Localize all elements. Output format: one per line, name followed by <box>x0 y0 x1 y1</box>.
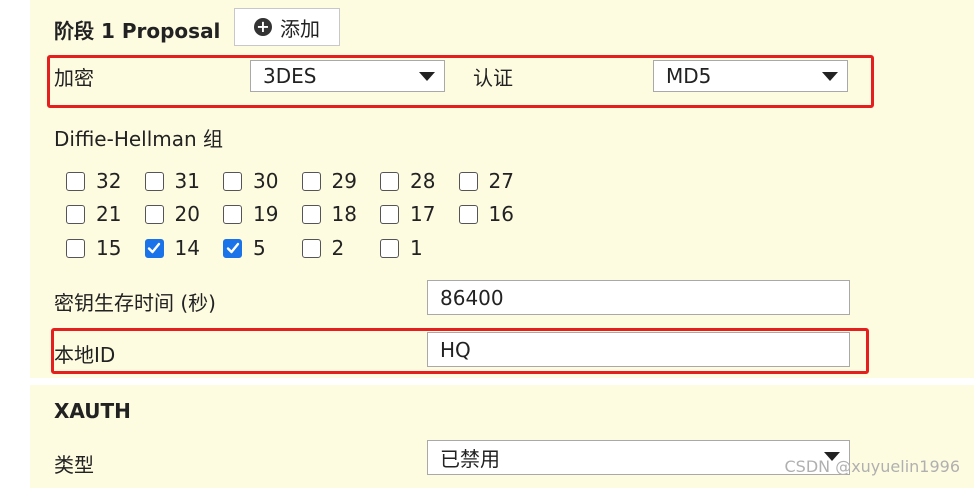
checkbox[interactable] <box>380 171 399 191</box>
checkbox[interactable] <box>144 204 164 224</box>
dh-group-number: 18 <box>331 202 357 226</box>
checkbox-checked[interactable] <box>223 238 242 258</box>
dh-group-option[interactable]: 14 <box>144 236 224 260</box>
dh-group-number: 32 <box>96 169 122 193</box>
dh-group-option[interactable]: 16 <box>458 202 538 226</box>
dh-group-option[interactable]: 29 <box>301 169 381 193</box>
red-highlight-box <box>51 328 869 374</box>
plus-circle-icon: + <box>254 18 272 36</box>
dh-group-number: 21 <box>96 202 122 226</box>
checkbox[interactable] <box>66 238 85 258</box>
checkbox[interactable] <box>458 204 478 224</box>
checkbox[interactable] <box>144 171 164 191</box>
dh-group-number: 19 <box>253 202 279 226</box>
dh-group-option[interactable]: 21 <box>66 202 145 226</box>
dh-group-option[interactable]: 20 <box>144 202 224 226</box>
checkbox[interactable] <box>223 204 242 224</box>
dh-group-option[interactable]: 2 <box>301 236 381 260</box>
key-lifetime-input[interactable]: 86400 <box>427 280 850 315</box>
dh-group-option[interactable]: 28 <box>380 169 459 193</box>
dh-group-number: 17 <box>410 202 436 226</box>
dh-group-option[interactable]: 1 <box>380 236 459 260</box>
dh-group-number: 30 <box>253 169 279 193</box>
checkbox[interactable] <box>380 238 399 258</box>
checkbox[interactable] <box>301 204 321 224</box>
phase1-title: 阶段 1 Proposal <box>54 19 221 43</box>
add-button[interactable]: + 添加 <box>234 8 340 46</box>
dh-group-number: 28 <box>410 169 436 193</box>
dh-group-option[interactable]: 32 <box>66 169 145 193</box>
checkbox[interactable] <box>301 238 321 258</box>
key-lifetime-value: 86400 <box>440 285 504 310</box>
dh-group-row: 32 31 30 29 28 27 <box>66 169 537 193</box>
watermark: CSDN @xuyuelin1996 <box>784 457 960 476</box>
dh-group-option[interactable]: 31 <box>144 169 224 193</box>
dh-group-number: 27 <box>488 169 514 193</box>
dh-group-number: 5 <box>253 236 266 260</box>
add-button-label: 添加 <box>280 16 320 41</box>
dh-group-option[interactable]: 27 <box>458 169 538 193</box>
checkbox[interactable] <box>301 171 321 191</box>
checkbox[interactable] <box>66 204 85 224</box>
dh-group-option[interactable]: 18 <box>301 202 381 226</box>
dh-group-option[interactable]: 15 <box>66 236 145 260</box>
dh-group-number: 15 <box>96 236 122 260</box>
checkbox[interactable] <box>66 171 85 191</box>
dh-group-number: 1 <box>410 236 423 260</box>
dh-group-number: 2 <box>331 236 345 260</box>
dh-group-option[interactable]: 17 <box>380 202 459 226</box>
dh-group-row: 21 20 19 18 17 16 <box>66 202 537 226</box>
red-highlight-box <box>47 55 874 108</box>
dh-group-option[interactable]: 5 <box>223 236 302 260</box>
dh-group-option[interactable]: 19 <box>223 202 302 226</box>
xauth-type-value: 已禁用 <box>440 447 500 471</box>
xauth-type-label: 类型 <box>54 453 94 477</box>
checkbox[interactable] <box>380 204 399 224</box>
dh-group-row: 15 14 5 2 1 <box>66 236 459 260</box>
dh-group-number: 16 <box>488 202 514 226</box>
xauth-title: XAUTH <box>54 399 131 423</box>
key-lifetime-label: 密钥生存时间 (秒) <box>54 291 216 315</box>
dh-group-number: 20 <box>174 202 200 226</box>
dh-group-option[interactable]: 30 <box>223 169 302 193</box>
dh-group-number: 31 <box>174 169 200 193</box>
dh-group-number: 14 <box>174 236 200 260</box>
checkbox-checked[interactable] <box>144 238 164 258</box>
dh-group-number: 29 <box>331 169 357 193</box>
dh-group-label: Diffie-Hellman 组 <box>54 127 224 151</box>
checkbox[interactable] <box>458 171 478 191</box>
checkbox[interactable] <box>223 171 242 191</box>
